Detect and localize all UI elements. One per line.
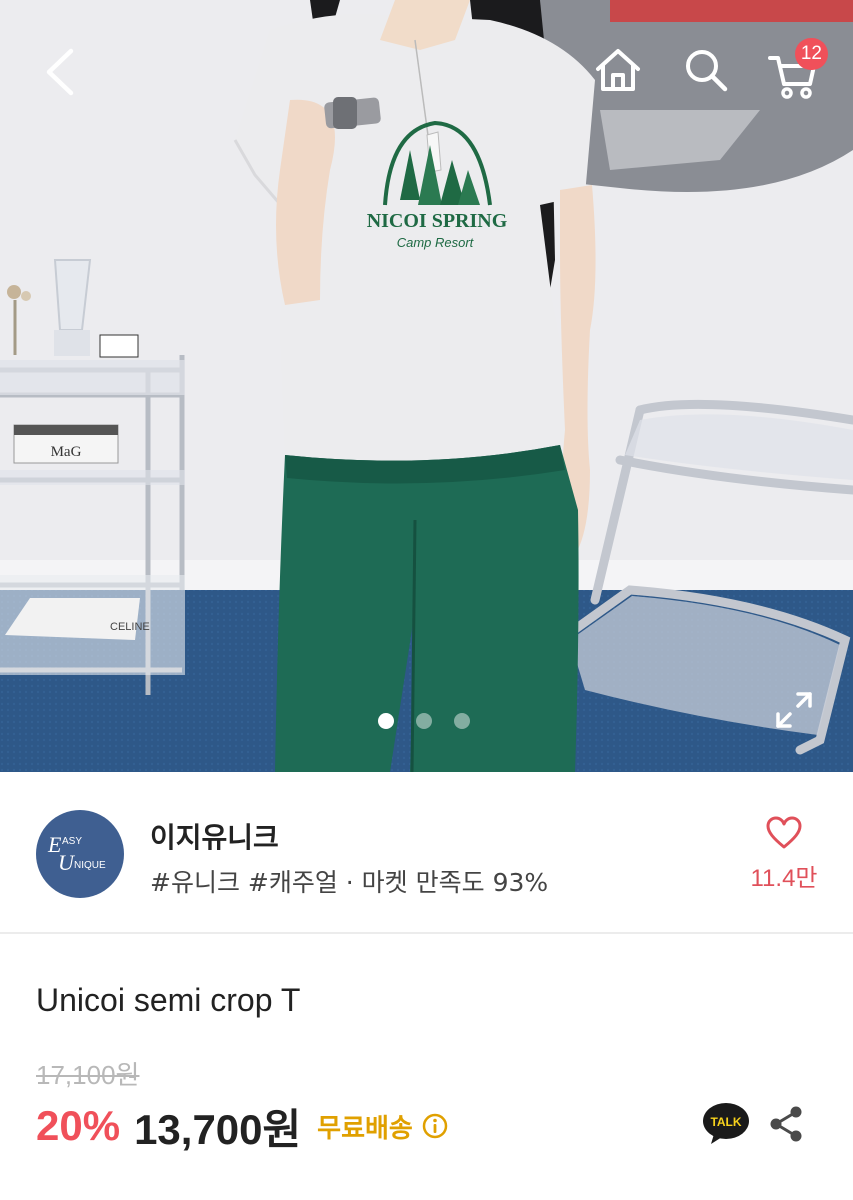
favorite-button[interactable]: 11.4만	[742, 816, 826, 896]
chevron-left-icon	[46, 48, 74, 96]
heart-icon	[766, 816, 802, 849]
talk-bubble-icon: TALK	[703, 1103, 749, 1144]
carousel-dot-2[interactable]	[416, 713, 432, 729]
carousel-indicator	[378, 713, 470, 729]
favorite-count: 11.4만	[750, 865, 818, 892]
shirt-print-subtitle: Camp Resort	[397, 235, 475, 250]
search-button[interactable]	[678, 42, 734, 98]
logo-word-top: ASY	[62, 836, 82, 847]
carousel-dot-3[interactable]	[454, 713, 470, 729]
original-price: 17,100원	[36, 1060, 140, 1090]
shop-info-row[interactable]: E ASY U NIQUE 이지유니크 #유니크 #캐주얼 · 마켓 만족도 9…	[0, 772, 853, 934]
discount-rate: 20%	[36, 1102, 121, 1149]
product-image-carousel[interactable]: MaG CELINE NICOI SPRING Camp Resort 12	[0, 0, 853, 772]
book-label: MaG	[51, 444, 82, 460]
shop-logo[interactable]: E ASY U NIQUE	[36, 810, 124, 898]
kakao-talk-button[interactable]: TALK	[702, 1102, 750, 1146]
shop-name[interactable]: 이지유니크	[150, 816, 279, 856]
shop-tags: #유니크 #캐주얼 · 마켓 만족도 93%	[150, 868, 549, 897]
shop-logo-mark: E ASY U NIQUE	[47, 832, 106, 875]
magazine-label: CELINE	[110, 621, 150, 633]
expand-icon	[776, 692, 812, 728]
logo-word-bottom: NIQUE	[74, 860, 106, 871]
share-icon	[770, 1106, 802, 1142]
info-icon	[422, 1113, 448, 1139]
shipping-info-button[interactable]	[421, 1112, 449, 1140]
back-button[interactable]	[30, 42, 90, 102]
carousel-dot-1[interactable]	[378, 713, 394, 729]
free-shipping-label: 무료배송	[317, 1113, 413, 1144]
price-row: 20% 13,700원 무료배송	[36, 1100, 449, 1153]
talk-label: TALK	[710, 1115, 741, 1129]
shirt-print-title: NICOI SPRING	[367, 210, 508, 232]
cart-count-badge: 12	[794, 38, 828, 70]
product-name: Unicoi semi crop T	[36, 982, 301, 1018]
home-icon	[596, 49, 640, 91]
share-button[interactable]	[766, 1102, 806, 1146]
fullscreen-button[interactable]	[770, 686, 818, 734]
sale-price: 13,700원	[134, 1105, 302, 1153]
home-button[interactable]	[590, 42, 646, 98]
search-icon	[686, 50, 728, 92]
cart-button[interactable]: 12	[766, 38, 830, 102]
top-navigation-bar: 12	[0, 0, 853, 140]
